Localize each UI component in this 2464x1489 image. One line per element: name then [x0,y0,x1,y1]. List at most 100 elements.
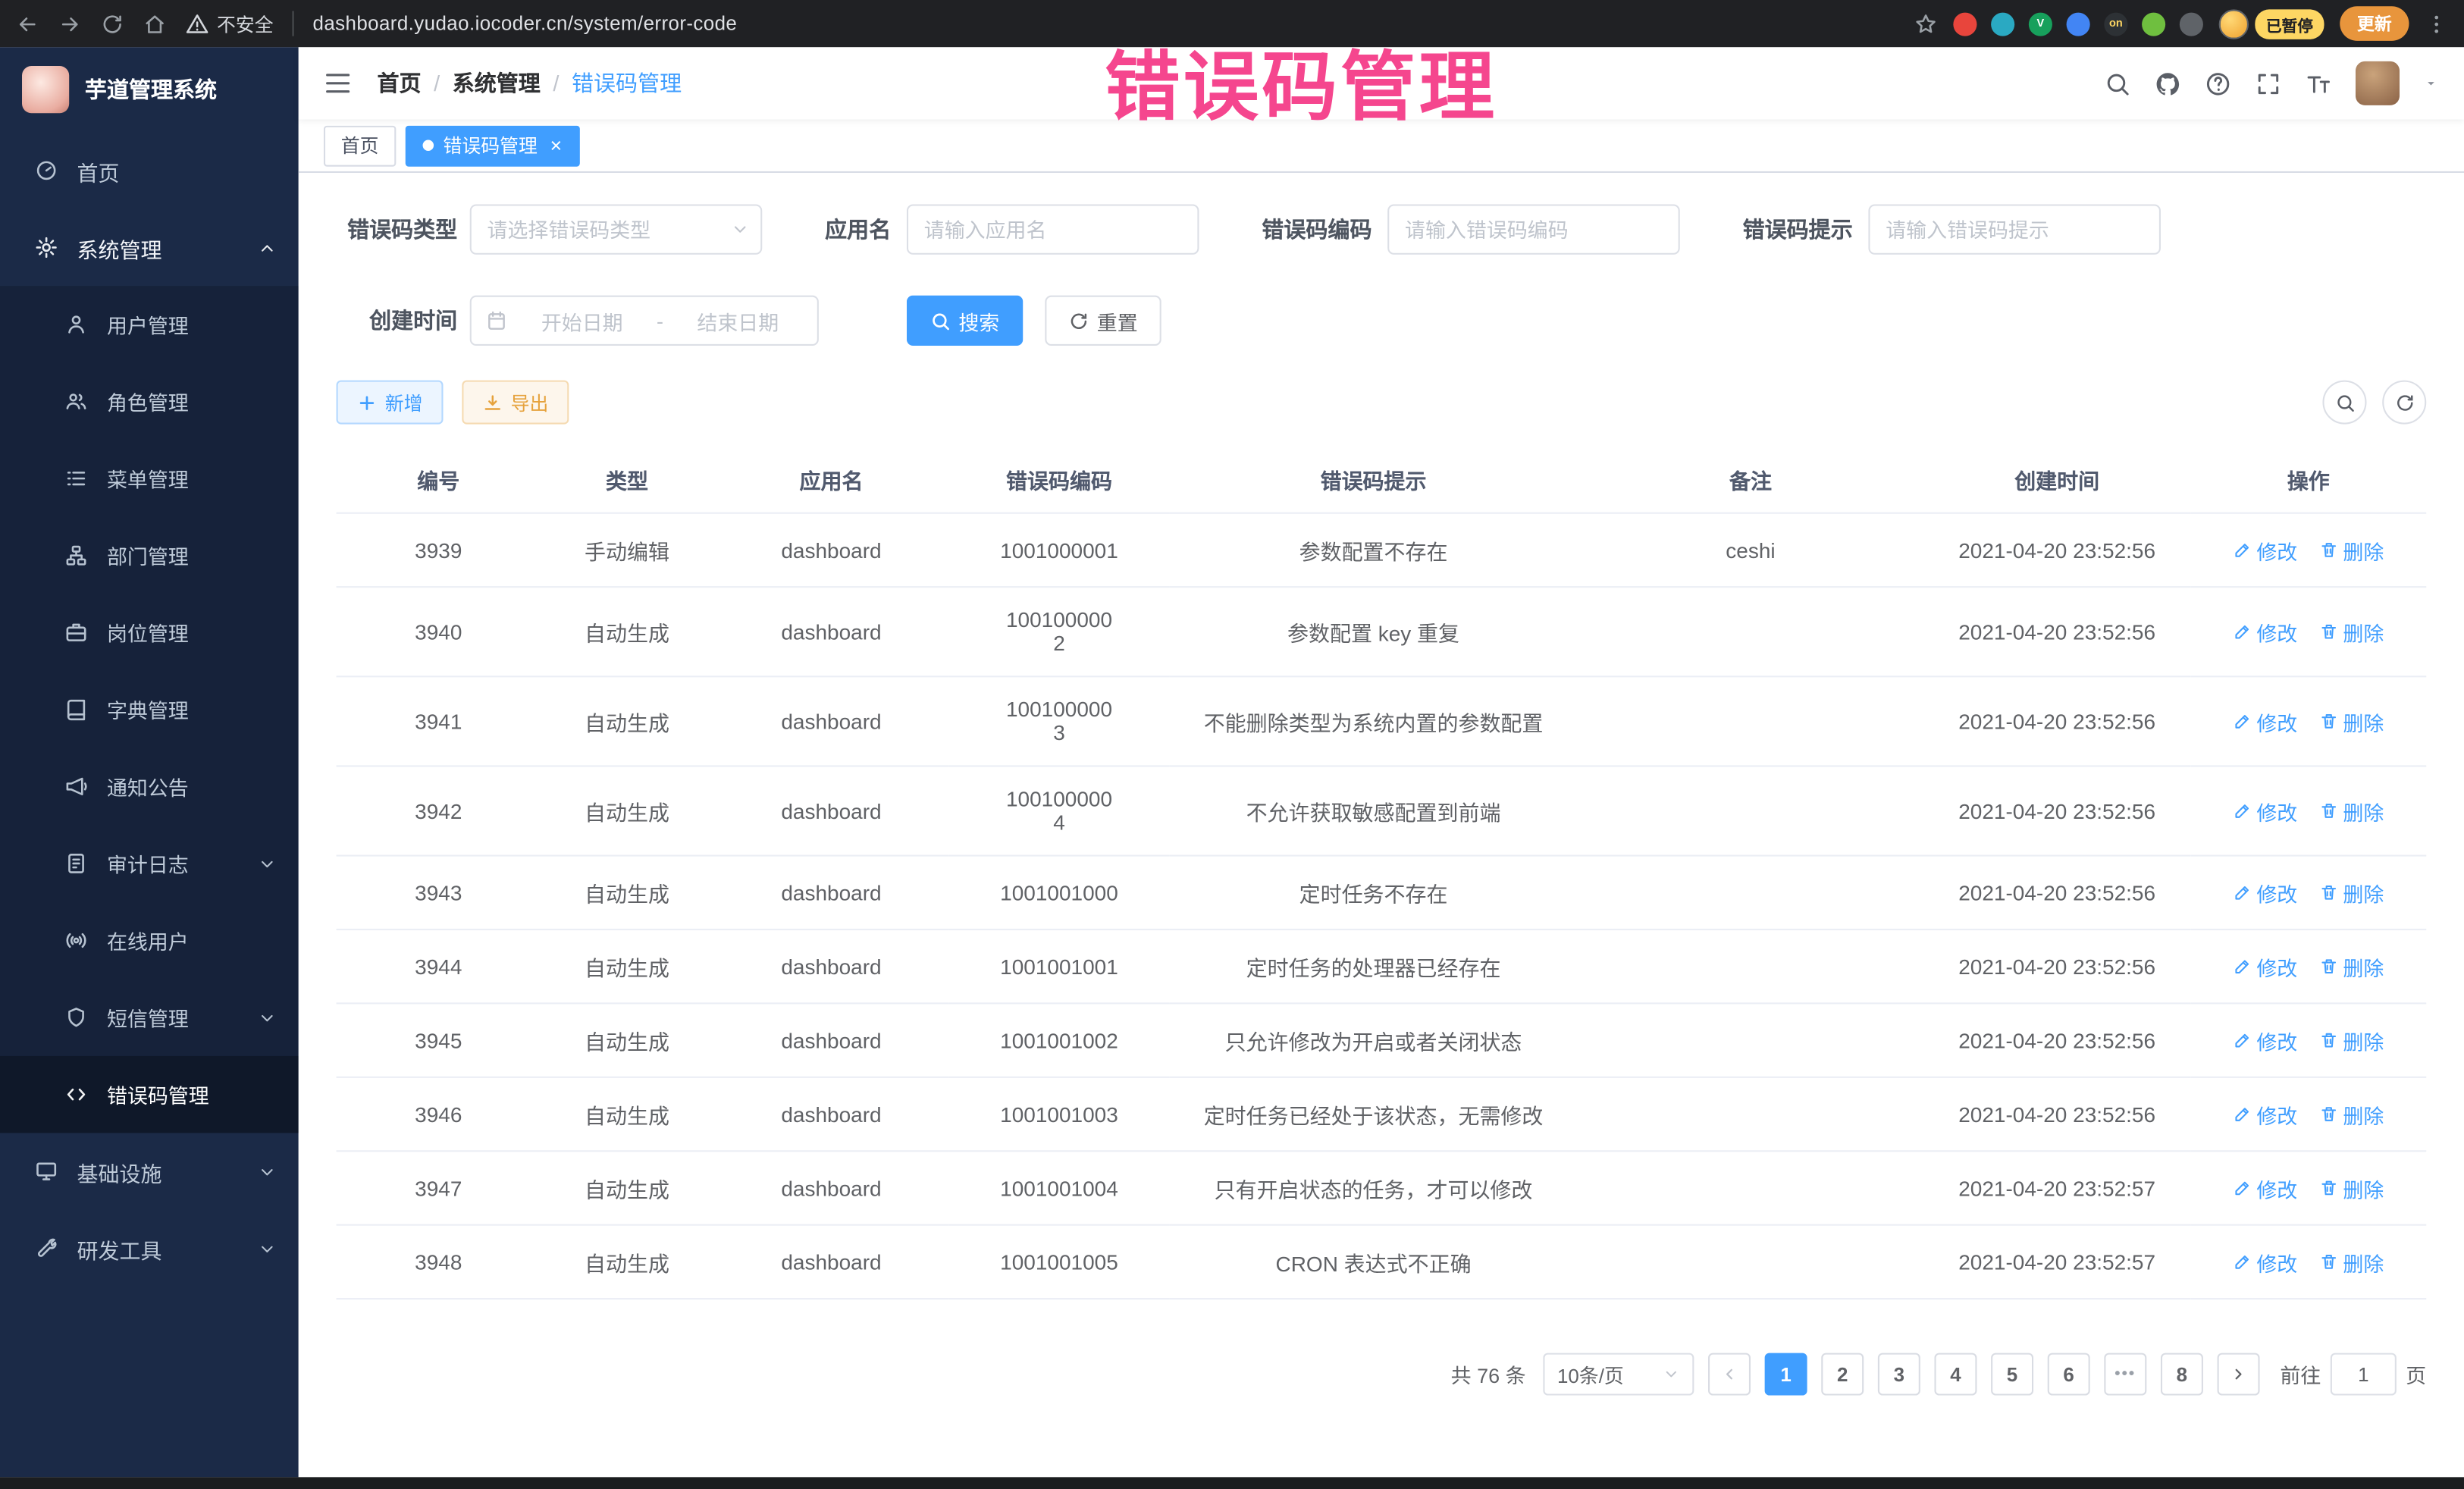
kebab-menu-icon[interactable] [2425,12,2448,36]
fullscreen-icon[interactable] [2255,70,2281,96]
delete-link[interactable]: 删除 [2319,1247,2384,1277]
forward-icon[interactable] [58,12,82,36]
delete-link[interactable]: 删除 [2319,535,2384,565]
tab-home[interactable]: 首页 [324,125,396,166]
edit-link[interactable]: 修改 [2233,951,2297,981]
search-icon [2334,392,2355,412]
delete-label: 删除 [2343,951,2384,981]
page-button-1[interactable]: 1 [1765,1353,1807,1396]
sidebar-item-online-user[interactable]: 在线用户 [0,902,299,980]
reset-button[interactable]: 重置 [1045,296,1161,346]
ext-green-check-icon[interactable]: V [2029,12,2052,36]
delete-label: 删除 [2343,878,2384,908]
edit-link[interactable]: 修改 [2233,796,2297,826]
cell-hint: 参数配置不存在 [1169,513,1578,587]
error-type-select[interactable] [470,204,763,254]
app-name-input[interactable] [907,204,1199,254]
edit-link[interactable]: 修改 [2233,617,2297,647]
ext-red-circle-icon[interactable] [1953,12,1977,36]
browser-profile[interactable]: 已暂停 [2219,8,2324,38]
sidebar-item-role[interactable]: 角色管理 [0,363,299,440]
edit-link[interactable]: 修改 [2233,707,2297,736]
sidebar-item-notice[interactable]: 通知公告 [0,748,299,826]
goto-prefix: 前往 [2280,1359,2321,1389]
delete-link[interactable]: 删除 [2319,707,2384,736]
delete-link[interactable]: 删除 [2319,1099,2384,1129]
delete-link[interactable]: 删除 [2319,1173,2384,1202]
breadcrumb-home[interactable]: 首页 [377,67,421,99]
sidebar-item-dept[interactable]: 部门管理 [0,517,299,594]
browser-update-button[interactable]: 更新 [2340,6,2409,41]
add-button[interactable]: 新增 [337,381,444,425]
page-button-4[interactable]: 4 [1934,1353,1977,1396]
edit-link[interactable]: 修改 [2233,878,2297,908]
toggle-search-button[interactable] [2322,381,2366,425]
delete-link[interactable]: 删除 [2319,878,2384,908]
cell-type: 自动生成 [541,587,713,676]
prev-page-button[interactable] [1708,1353,1751,1396]
url-text[interactable]: dashboard.yudao.iocoder.cn/system/error-… [312,13,737,35]
sidebar-item-sms[interactable]: 短信管理 [0,979,299,1056]
sidebar-item-home[interactable]: 首页 [0,132,299,209]
next-page-button[interactable] [2218,1353,2260,1396]
edit-link[interactable]: 修改 [2233,1099,2297,1129]
edit-link[interactable]: 修改 [2233,1173,2297,1202]
ext-on-badge-icon[interactable]: on [2104,12,2127,36]
reload-icon[interactable] [101,12,124,36]
sidebar-item-post[interactable]: 岗位管理 [0,594,299,671]
delete-icon [2319,1179,2338,1198]
cell-code: 1001000001 [949,513,1169,587]
ext-teal-drop-icon[interactable] [1991,12,2014,36]
bookmark-star-icon[interactable] [1914,12,1938,36]
delete-link[interactable]: 删除 [2319,796,2384,826]
font-size-icon[interactable] [2306,70,2332,96]
cell-type: 手动编辑 [541,513,713,587]
page-button-6[interactable]: 6 [2048,1353,2090,1396]
delete-link[interactable]: 删除 [2319,1025,2384,1055]
tab-error-code[interactable]: 错误码管理 × [406,125,579,166]
sidebar-item-menu[interactable]: 菜单管理 [0,440,299,517]
user-avatar[interactable] [2356,61,2400,105]
date-range-picker[interactable]: 开始日期 - 结束日期 [470,296,819,346]
edit-label: 修改 [2256,1173,2297,1202]
sidebar-item-infra[interactable]: 基础设施 [0,1133,299,1210]
cell-hint: 定时任务不存在 [1169,856,1578,929]
help-icon[interactable] [2205,70,2231,96]
sidebar-item-dict[interactable]: 字典管理 [0,671,299,748]
delete-link[interactable]: 删除 [2319,617,2384,647]
export-button[interactable]: 导出 [462,381,569,425]
browser-profile-avatar[interactable] [2219,8,2249,38]
ext-green-dot-icon[interactable] [2142,12,2165,36]
page-button-3[interactable]: 3 [1878,1353,1920,1396]
ext-color-grid-icon[interactable] [2067,12,2090,36]
delete-link[interactable]: 删除 [2319,951,2384,981]
breadcrumb-system[interactable]: 系统管理 [453,67,541,99]
logo-row[interactable]: 芋道管理系统 [0,47,299,132]
edit-link[interactable]: 修改 [2233,535,2297,565]
error-code-input[interactable] [1387,204,1680,254]
sidebar-item-system[interactable]: 系统管理 [0,209,299,287]
sidebar-item-audit-log[interactable]: 审计日志 [0,825,299,902]
edit-link[interactable]: 修改 [2233,1025,2297,1055]
caret-down-icon[interactable] [2423,75,2439,91]
back-icon[interactable] [16,12,39,36]
browser-home-icon[interactable] [143,12,167,36]
goto-page-input[interactable] [2331,1353,2397,1396]
refresh-table-button[interactable] [2382,381,2426,425]
page-button-5[interactable]: 5 [1991,1353,2033,1396]
page-size-select[interactable]: 10条/页 [1543,1353,1694,1396]
hamburger-icon[interactable] [324,69,352,97]
sidebar-item-dev-tools[interactable]: 研发工具 [0,1210,299,1287]
sidebar-item-error-code[interactable]: 错误码管理 [0,1056,299,1133]
page-button-8[interactable]: 8 [2161,1353,2203,1396]
security-indicator[interactable]: 不安全 [186,10,274,36]
search-button[interactable]: 搜索 [907,296,1023,346]
close-icon[interactable]: × [550,135,563,155]
page-button-2[interactable]: 2 [1821,1353,1864,1396]
edit-link[interactable]: 修改 [2233,1247,2297,1277]
sidebar-item-user[interactable]: 用户管理 [0,286,299,363]
ext-puzzle-icon[interactable] [2180,12,2203,36]
github-icon[interactable] [2155,70,2181,96]
error-hint-input[interactable] [1868,204,2161,254]
search-icon[interactable] [2104,70,2130,96]
